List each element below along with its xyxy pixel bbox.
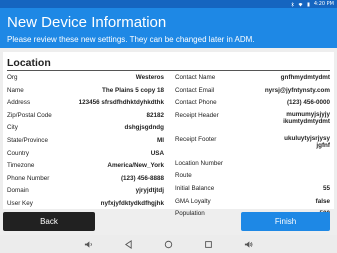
field-row-address: Address 123456 sfrsdfhdhktdyhkdthk: [7, 97, 164, 110]
field-row-org: Org Westeros: [7, 72, 164, 85]
field-value: false: [315, 197, 330, 205]
status-bar: 4:20 PM: [0, 0, 337, 8]
field-label: GMA Loyalty: [175, 197, 211, 205]
field-value: MI: [157, 136, 164, 144]
field-label: Contact Phone: [175, 99, 217, 107]
field-label: City: [7, 124, 18, 132]
field-row-country: Country USA: [7, 148, 164, 161]
home-nav-icon[interactable]: [164, 240, 173, 249]
field-row-user-key: User Key nyfxjyfdktydkdfhgjhk: [7, 198, 164, 211]
field-label: Timezone: [7, 162, 35, 170]
field-row-gma-loyalty: GMA Loyalty false: [175, 196, 330, 209]
field-row-receipt-header: Receipt Header mumumyjsjyjy ikumtydmtydmt: [175, 110, 330, 134]
field-label: State/Province: [7, 136, 48, 144]
section-heading: Location: [7, 57, 51, 69]
page-title: New Device Information: [7, 14, 167, 31]
field-value: (123) 456-8888: [120, 174, 164, 182]
field-label: Org: [7, 74, 18, 81]
field-row-route: Route: [175, 170, 330, 183]
header: New Device Information Please review the…: [0, 8, 337, 48]
field-label: Name: [7, 86, 24, 94]
status-time: 4:20 PM: [313, 1, 334, 7]
recents-nav-icon[interactable]: [204, 240, 213, 249]
location-card: Location Org Westeros Name The Plains 5 co…: [3, 52, 334, 217]
field-label: User Key: [7, 199, 33, 207]
field-label: Receipt Header: [175, 111, 219, 119]
field-row-phone: Phone Number (123) 456-8888: [7, 173, 164, 186]
field-label: Phone Number: [7, 174, 50, 182]
field-label: Domain: [7, 187, 29, 195]
bluetooth-icon: [291, 1, 294, 7]
field-value: (123) 456-0000: [286, 99, 330, 107]
field-row-city: City dshgjsgdndg: [7, 122, 164, 135]
field-value: 82182: [146, 111, 164, 119]
field-row-contact-phone: Contact Phone (123) 456-0000: [175, 97, 330, 110]
field-row-timezone: Timezone America/New_York: [7, 160, 164, 173]
field-value: nyrsj@jyfntynsty.com: [264, 86, 330, 94]
field-label: Contact Name: [175, 74, 216, 81]
battery-icon: [307, 2, 310, 6]
field-value: mumumyjsjyjy ikumtydmtydmt: [283, 110, 330, 126]
field-value: gnfhmydmtydmt: [280, 74, 330, 81]
field-label: Zip/Postal Code: [7, 111, 52, 119]
field-row-domain: Domain yjryjdtjtdj: [7, 185, 164, 198]
field-row-contact-email: Contact Email nyrsj@jyfntynsty.com: [175, 85, 330, 98]
field-value: yjryjdtjtdj: [135, 187, 164, 195]
finish-button[interactable]: Finish: [241, 212, 330, 231]
field-value: 123456 sfrsdfhdhktdyhkdthk: [78, 99, 164, 107]
page-subtitle: Please review these new settings. They c…: [7, 35, 255, 44]
field-row-receipt-footer: Receipt Footer ukuluytyjsrjysy jgfnf: [175, 134, 330, 158]
field-label: Contact Email: [175, 86, 215, 94]
field-label: Country: [7, 149, 30, 157]
field-label: Population: [175, 210, 205, 218]
field-value: 55: [322, 184, 330, 192]
field-value: nyfxjyfdktydkdfhgjhk: [100, 199, 164, 207]
field-row-contact-name: Contact Name gnfhmydmtydmt: [175, 72, 330, 85]
left-field-column: Org Westeros Name The Plains 5 copy 18 Add…: [7, 72, 164, 211]
back-button[interactable]: Back: [3, 212, 95, 231]
field-label: Initial Balance: [175, 184, 215, 192]
right-field-column: Contact Name gnfhmydmtydmt Contact Email n…: [175, 72, 330, 221]
field-value: America/New_York: [107, 162, 164, 170]
volume-down-icon[interactable]: [84, 240, 93, 249]
wifi-icon: [298, 2, 303, 6]
back-nav-icon[interactable]: [124, 240, 133, 249]
field-row-zip: Zip/Postal Code 82182: [7, 110, 164, 123]
field-value: dshgjsgdndg: [124, 124, 164, 132]
volume-up-icon[interactable]: [244, 240, 253, 249]
field-row-location-number: Location Number: [175, 158, 330, 171]
field-row-initial-balance: Initial Balance 55: [175, 183, 330, 196]
field-value: ukuluytyjsrjysy jgfnf: [284, 134, 330, 150]
field-label: Address: [7, 99, 31, 107]
field-row-state: State/Province MI: [7, 135, 164, 148]
section-divider: [7, 70, 330, 71]
system-nav-bar: [0, 235, 337, 253]
field-label: Receipt Footer: [175, 135, 217, 143]
field-value: The Plains 5 copy 18: [102, 86, 164, 94]
field-value: Westeros: [135, 74, 164, 81]
field-row-name: Name The Plains 5 copy 18: [7, 85, 164, 98]
field-label: Location Number: [175, 159, 223, 167]
field-label: Route: [175, 172, 192, 180]
field-value: USA: [150, 149, 164, 157]
